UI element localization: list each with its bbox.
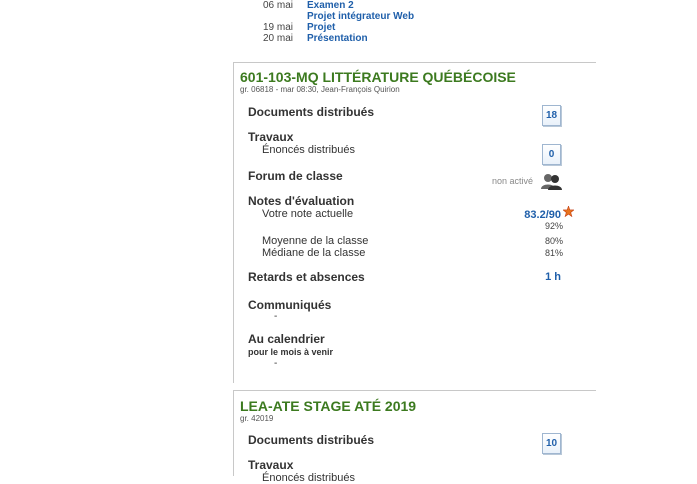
travaux-label: Travaux bbox=[248, 130, 294, 144]
travaux-label: Travaux bbox=[248, 458, 294, 472]
course-subtitle: gr. 42019 bbox=[240, 414, 274, 423]
calendrier-sublabel: pour le mois à venir bbox=[248, 347, 334, 357]
communiques-label: Communiqués bbox=[248, 298, 332, 312]
forum-users-icon[interactable] bbox=[540, 172, 562, 190]
moyenne-value: 80% bbox=[544, 236, 563, 246]
documents-count-icon[interactable]: 10 bbox=[542, 433, 561, 454]
item-link[interactable]: Projet intégrateur Web bbox=[307, 11, 414, 22]
notes-label: Notes d'évaluation bbox=[248, 194, 355, 208]
item-date: 06 mai bbox=[262, 0, 293, 11]
course-card: LEA-ATE STAGE ATÉ 2019 gr. 42019 Documen… bbox=[233, 390, 596, 484]
item-link[interactable]: Projet bbox=[307, 22, 335, 33]
moyenne-label: Moyenne de la classe bbox=[262, 235, 369, 247]
retards-value[interactable]: 1 h bbox=[545, 271, 561, 283]
enonces-label[interactable]: Énoncés distribués bbox=[262, 144, 355, 156]
documents-count-icon[interactable]: 18 bbox=[542, 105, 561, 126]
mediane-label: Médiane de la classe bbox=[262, 247, 366, 259]
calendrier-label: Au calendrier bbox=[248, 332, 325, 346]
enonces-count-icon[interactable]: 0 bbox=[542, 144, 561, 165]
course-card: 601-103-MQ LITTÉRATURE QUÉBÉCOISE gr. 06… bbox=[233, 62, 596, 383]
star-icon bbox=[563, 206, 574, 217]
enonces-label[interactable]: Énoncés distribués bbox=[262, 472, 355, 484]
forum-label[interactable]: Forum de classe bbox=[248, 169, 343, 183]
communiques-value: - bbox=[274, 311, 278, 322]
item-date: 19 mai bbox=[262, 22, 293, 33]
item-link[interactable]: Présentation bbox=[307, 33, 368, 44]
note-percent: 92% bbox=[544, 221, 563, 231]
retards-label[interactable]: Retards et absences bbox=[248, 270, 365, 284]
mediane-value: 81% bbox=[544, 248, 563, 258]
item-link[interactable]: Examen 2 bbox=[307, 0, 354, 11]
documents-label[interactable]: Documents distribués bbox=[248, 105, 374, 119]
documents-label[interactable]: Documents distribués bbox=[248, 433, 374, 447]
course-subtitle: gr. 06818 - mar 08:30, Jean-François Qui… bbox=[240, 85, 400, 94]
course-title[interactable]: 601-103-MQ LITTÉRATURE QUÉBÉCOISE bbox=[240, 69, 516, 85]
course-title[interactable]: LEA-ATE STAGE ATÉ 2019 bbox=[240, 398, 416, 414]
item-date: 20 mai bbox=[262, 33, 293, 44]
forum-status: non activé bbox=[492, 176, 534, 186]
note-label: Votre note actuelle bbox=[262, 208, 354, 220]
note-value[interactable]: 83.2/90 bbox=[524, 209, 561, 221]
calendrier-value: - bbox=[274, 358, 278, 369]
